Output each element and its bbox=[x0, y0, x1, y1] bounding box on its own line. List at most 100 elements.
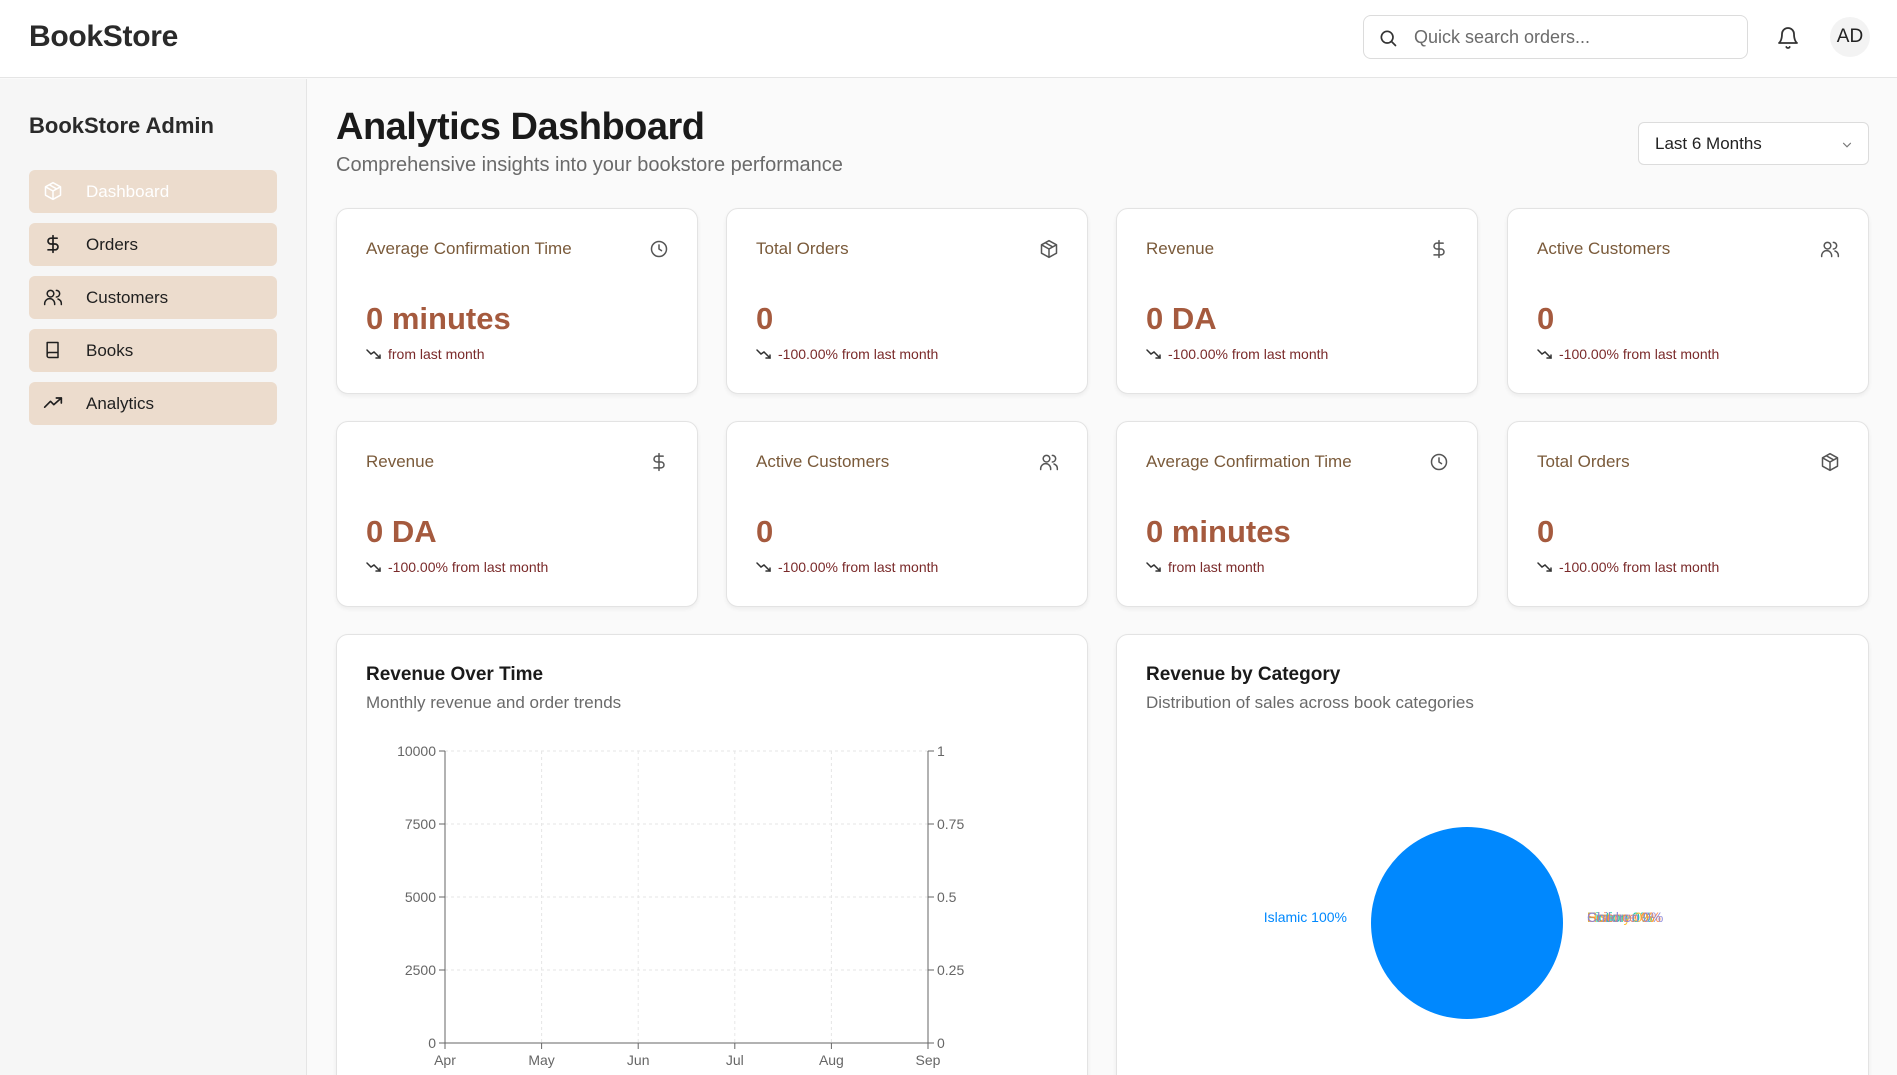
card-trend: -100.00% from last month bbox=[1537, 559, 1719, 575]
stat-card-total-orders: Total Orders 0 -100.00% from last month bbox=[1507, 421, 1869, 607]
trending-down-icon bbox=[366, 349, 381, 359]
sidebar-item-label: Dashboard bbox=[86, 182, 170, 201]
sidebar-item-dashboard[interactable]: Dashboard bbox=[29, 170, 277, 213]
dollar-icon bbox=[1433, 239, 1445, 259]
users-icon bbox=[43, 289, 63, 306]
package-icon bbox=[1821, 452, 1839, 472]
card-title: Total Orders bbox=[1537, 452, 1630, 471]
trending-up-icon bbox=[43, 397, 63, 408]
sidebar-item-customers[interactable]: Customers bbox=[29, 276, 277, 319]
date-range-select[interactable]: Last 6 Months bbox=[1638, 122, 1869, 165]
trending-down-icon bbox=[1537, 349, 1552, 359]
stat-card-avg-confirmation: Average Confirmation Time 0 minutes from… bbox=[1116, 421, 1478, 607]
user-avatar[interactable]: AD bbox=[1830, 17, 1870, 57]
card-trend: from last month bbox=[366, 346, 484, 362]
x-tick-label: Jul bbox=[726, 1052, 744, 1068]
y-tick-label-right: 1 bbox=[937, 743, 945, 759]
book-icon bbox=[46, 341, 59, 359]
card-trend-text: from last month bbox=[1168, 559, 1265, 575]
card-trend-text: -100.00% from last month bbox=[778, 346, 939, 362]
card-value: 0 bbox=[1537, 301, 1555, 336]
card-value: 0 DA bbox=[1146, 301, 1217, 336]
stat-card-revenue: Revenue 0 DA -100.00% from last month bbox=[336, 421, 698, 607]
sidebar-item-analytics[interactable]: Analytics bbox=[29, 382, 277, 425]
card-title: Revenue bbox=[366, 452, 435, 471]
x-tick-label: Aug bbox=[819, 1052, 844, 1068]
sidebar-item-label: Analytics bbox=[86, 394, 155, 413]
y-tick-label-left: 7500 bbox=[405, 816, 436, 832]
users-icon bbox=[1820, 241, 1840, 258]
package-icon bbox=[44, 181, 62, 201]
trending-down-icon bbox=[1537, 562, 1552, 572]
page-title: Analytics Dashboard bbox=[336, 106, 705, 148]
y-tick-label-left: 2500 bbox=[405, 962, 436, 978]
card-title: Average Confirmation Time bbox=[1146, 452, 1352, 471]
x-tick-label: May bbox=[528, 1052, 554, 1068]
pie-slice-label: Islamic 100% bbox=[1264, 909, 1347, 925]
card-trend: -100.00% from last month bbox=[756, 559, 938, 575]
trending-down-icon bbox=[1146, 349, 1161, 359]
card-title: Active Customers bbox=[1537, 239, 1671, 258]
card-value: 0 minutes bbox=[366, 301, 511, 336]
card-trend: -100.00% from last month bbox=[756, 346, 938, 362]
revenue-line-chart: 0 2500 5000 7500 10000 0 0.25 0.5 0.75 1 Apr May Jun… bbox=[397, 743, 964, 1068]
stat-card-active-customers: Active Customers 0 -100.00% from last mo… bbox=[726, 421, 1088, 607]
card-value: 0 minutes bbox=[1146, 514, 1291, 549]
sidebar-item-books[interactable]: Books bbox=[29, 329, 277, 372]
brand-logo[interactable]: BookStore bbox=[29, 20, 178, 54]
page-subtitle: Comprehensive insights into your booksto… bbox=[336, 154, 843, 176]
y-tick-label-right: 0.5 bbox=[937, 889, 957, 905]
card-trend-text: -100.00% from last month bbox=[388, 559, 549, 575]
card-trend: from last month bbox=[1146, 559, 1264, 575]
trending-down-icon bbox=[756, 562, 771, 572]
sidebar: BookStore Admin Dashboard Orders Custome… bbox=[0, 79, 307, 1075]
date-range-value: Last 6 Months bbox=[1655, 134, 1762, 153]
card-value: 0 bbox=[1537, 514, 1555, 549]
stat-card-revenue: Revenue 0 DA -100.00% from last month bbox=[1116, 208, 1478, 394]
card-trend-text: -100.00% from last month bbox=[1559, 346, 1720, 362]
users-icon bbox=[1039, 454, 1059, 471]
dollar-icon bbox=[47, 234, 59, 254]
clock-icon bbox=[650, 240, 668, 258]
sidebar-item-label: Orders bbox=[86, 235, 138, 254]
y-tick-label-right: 0 bbox=[937, 1035, 945, 1051]
stat-card-avg-confirmation: Average Confirmation Time 0 minutes from… bbox=[336, 208, 698, 394]
pie-slice bbox=[1371, 827, 1563, 1019]
clock-icon bbox=[1430, 453, 1448, 471]
search-icon bbox=[1380, 30, 1397, 47]
stat-card-active-customers: Active Customers 0 -100.00% from last mo… bbox=[1507, 208, 1869, 394]
card-trend-text: -100.00% from last month bbox=[1559, 559, 1720, 575]
y-tick-label-left: 5000 bbox=[405, 889, 436, 905]
y-tick-label-left: 0 bbox=[428, 1035, 436, 1051]
sidebar-item-orders[interactable]: Orders bbox=[29, 223, 277, 266]
y-tick-label-right: 0.25 bbox=[937, 962, 964, 978]
card-value: 0 DA bbox=[366, 514, 437, 549]
trending-down-icon bbox=[366, 562, 381, 572]
chevron-down-icon bbox=[1842, 142, 1852, 148]
card-title: Average Confirmation Time bbox=[366, 239, 572, 258]
dollar-icon bbox=[653, 452, 665, 472]
card-trend-text: -100.00% from last month bbox=[778, 559, 939, 575]
card-title: Active Customers bbox=[756, 452, 890, 471]
card-value: 0 bbox=[756, 514, 774, 549]
stat-card-total-orders: Total Orders 0 -100.00% from last month bbox=[726, 208, 1088, 394]
category-pie-chart: Islamic 100% Fiction 0%History 0%Science … bbox=[1264, 827, 1663, 1019]
search-input[interactable] bbox=[1414, 16, 1734, 58]
trending-down-icon bbox=[756, 349, 771, 359]
card-trend-text: from last month bbox=[388, 346, 485, 362]
search-box[interactable] bbox=[1363, 15, 1748, 59]
card-title: Revenue bbox=[1146, 239, 1215, 258]
y-tick-label-right: 0.75 bbox=[937, 816, 964, 832]
card-trend: -100.00% from last month bbox=[1146, 346, 1328, 362]
x-tick-label: Apr bbox=[434, 1052, 456, 1068]
sidebar-item-label: Books bbox=[86, 341, 134, 360]
sidebar-title: BookStore Admin bbox=[29, 113, 214, 138]
y-tick-label-left: 10000 bbox=[397, 743, 436, 759]
card-trend-text: -100.00% from last month bbox=[1168, 346, 1329, 362]
top-bar: BookStore AD bbox=[0, 0, 1897, 78]
sidebar-item-label: Customers bbox=[86, 288, 169, 307]
x-tick-label: Jun bbox=[627, 1052, 650, 1068]
bell-icon[interactable] bbox=[1776, 25, 1800, 51]
revenue-by-category-panel: Revenue by Category Distribution of sale… bbox=[1116, 634, 1869, 1075]
trending-down-icon bbox=[1146, 562, 1161, 572]
